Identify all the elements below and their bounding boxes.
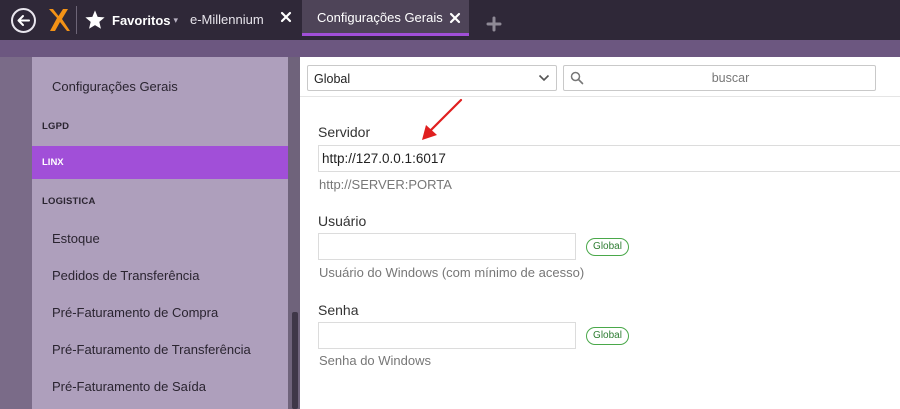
user-field[interactable]	[318, 233, 576, 260]
divider	[300, 96, 900, 97]
user-label: Usuário	[318, 213, 367, 229]
search-input[interactable]	[588, 68, 873, 88]
tab-label: Configurações Gerais	[317, 10, 443, 25]
logo-icon[interactable]	[46, 7, 70, 33]
close-icon[interactable]	[279, 10, 293, 24]
global-badge[interactable]: Global	[586, 327, 629, 345]
divider	[76, 6, 77, 34]
sidebar-group-lgpd[interactable]: LGPD	[42, 121, 69, 132]
sidebar-item-estoque[interactable]: Estoque	[52, 231, 100, 246]
password-field[interactable]	[318, 322, 576, 349]
favorites-menu[interactable]: Favoritos ▾	[84, 8, 178, 32]
back-arrow-icon[interactable]	[11, 8, 36, 33]
close-icon[interactable]	[448, 11, 462, 25]
sidebar-item-label: LINX	[42, 157, 64, 168]
search-box[interactable]	[563, 65, 876, 91]
annotation-arrow-icon	[422, 98, 463, 140]
tab-label: e-Millennium	[190, 11, 264, 27]
top-bar: Favoritos ▾ e-Millennium Configurações G…	[0, 0, 900, 40]
sidebar-item-pre-faturamento-transferencia[interactable]: Pré-Faturamento de Transferência	[52, 342, 251, 357]
chevron-down-icon: ▾	[173, 14, 179, 25]
sidebar-item-configuracoes-gerais[interactable]: Configurações Gerais	[52, 79, 178, 94]
favorites-label: Favoritos	[112, 12, 171, 28]
sidebar-item-pre-faturamento-compra[interactable]: Pré-Faturamento de Compra	[52, 305, 218, 320]
password-hint: Senha do Windows	[319, 353, 432, 368]
sidebar-group-logistica[interactable]: LOGISTICA	[42, 196, 96, 207]
scope-select[interactable]: Global	[307, 65, 557, 91]
global-badge[interactable]: Global	[586, 238, 629, 256]
star-icon	[85, 10, 105, 29]
add-tab-icon[interactable]	[486, 16, 502, 32]
sidebar-item-linx[interactable]: LINX	[32, 146, 288, 179]
scope-select-value: Global	[314, 72, 351, 86]
user-hint: Usuário do Windows (com mínimo de acesso…	[319, 265, 585, 280]
sidebar-item-pre-faturamento-saida[interactable]: Pré-Faturamento de Saída	[52, 379, 206, 394]
scrollbar-thumb[interactable]	[292, 312, 298, 409]
sidebar-item-pedidos-transferencia[interactable]: Pedidos de Transferência	[52, 268, 199, 283]
tab-e-millennium[interactable]: e-Millennium	[190, 8, 264, 30]
tab-configuracoes-gerais[interactable]: Configurações Gerais	[302, 0, 469, 36]
server-label: Servidor	[318, 124, 371, 140]
server-field[interactable]: http://127.0.0.1:6017	[318, 145, 900, 172]
server-field-value: http://127.0.0.1:6017	[322, 151, 446, 166]
chevron-down-icon	[538, 74, 550, 82]
header-band	[0, 40, 900, 57]
server-hint: http://SERVER:PORTA	[319, 177, 452, 192]
password-label: Senha	[318, 302, 359, 318]
search-icon	[570, 71, 584, 85]
